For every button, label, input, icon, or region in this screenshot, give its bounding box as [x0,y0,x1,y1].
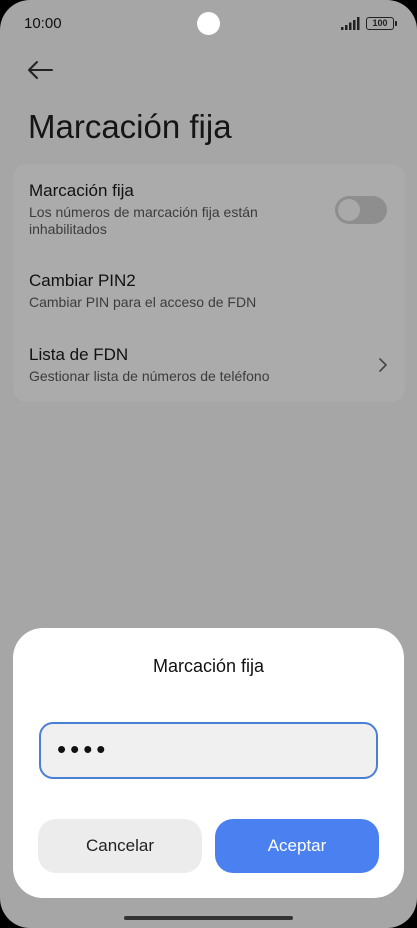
setting-subtitle: Los números de marcación fija están inha… [29,204,258,237]
accept-button[interactable]: Aceptar [215,819,379,873]
page-title: Marcación fija [28,108,232,145]
setting-subtitle: Gestionar lista de números de teléfono [29,368,270,384]
setting-change-pin2[interactable]: Cambiar PIN2 Cambiar PIN para el acceso … [29,270,389,311]
cancel-button[interactable]: Cancelar [38,819,202,873]
battery-icon: 100 [366,17,397,30]
phone-screen: 10:00 100 Marcación fija Marcación fija … [0,0,417,928]
pin-input[interactable]: •••• [39,722,378,779]
pin-dialog: Marcación fija •••• Cancelar Aceptar [13,628,404,898]
chevron-right-icon [379,358,387,372]
signal-icon [341,17,360,30]
settings-card: Marcación fija Los números de marcación … [13,164,405,402]
fixed-dialing-toggle[interactable] [335,196,387,224]
arrow-left-icon [28,61,53,79]
setting-subtitle: Cambiar PIN para el acceso de FDN [29,294,257,310]
setting-fdn-list[interactable]: Lista de FDN Gestionar lista de números … [29,344,389,385]
status-time: 10:00 [24,15,62,32]
setting-title: Marcación fija [29,181,134,200]
toggle-knob [338,199,360,221]
status-bar: 10:00 100 [0,0,417,48]
setting-title: Cambiar PIN2 [29,271,136,290]
home-indicator[interactable] [124,916,293,920]
front-camera [197,12,220,35]
back-button[interactable] [26,56,58,84]
setting-title: Lista de FDN [29,345,129,364]
dialog-title: Marcación fija [152,656,265,676]
